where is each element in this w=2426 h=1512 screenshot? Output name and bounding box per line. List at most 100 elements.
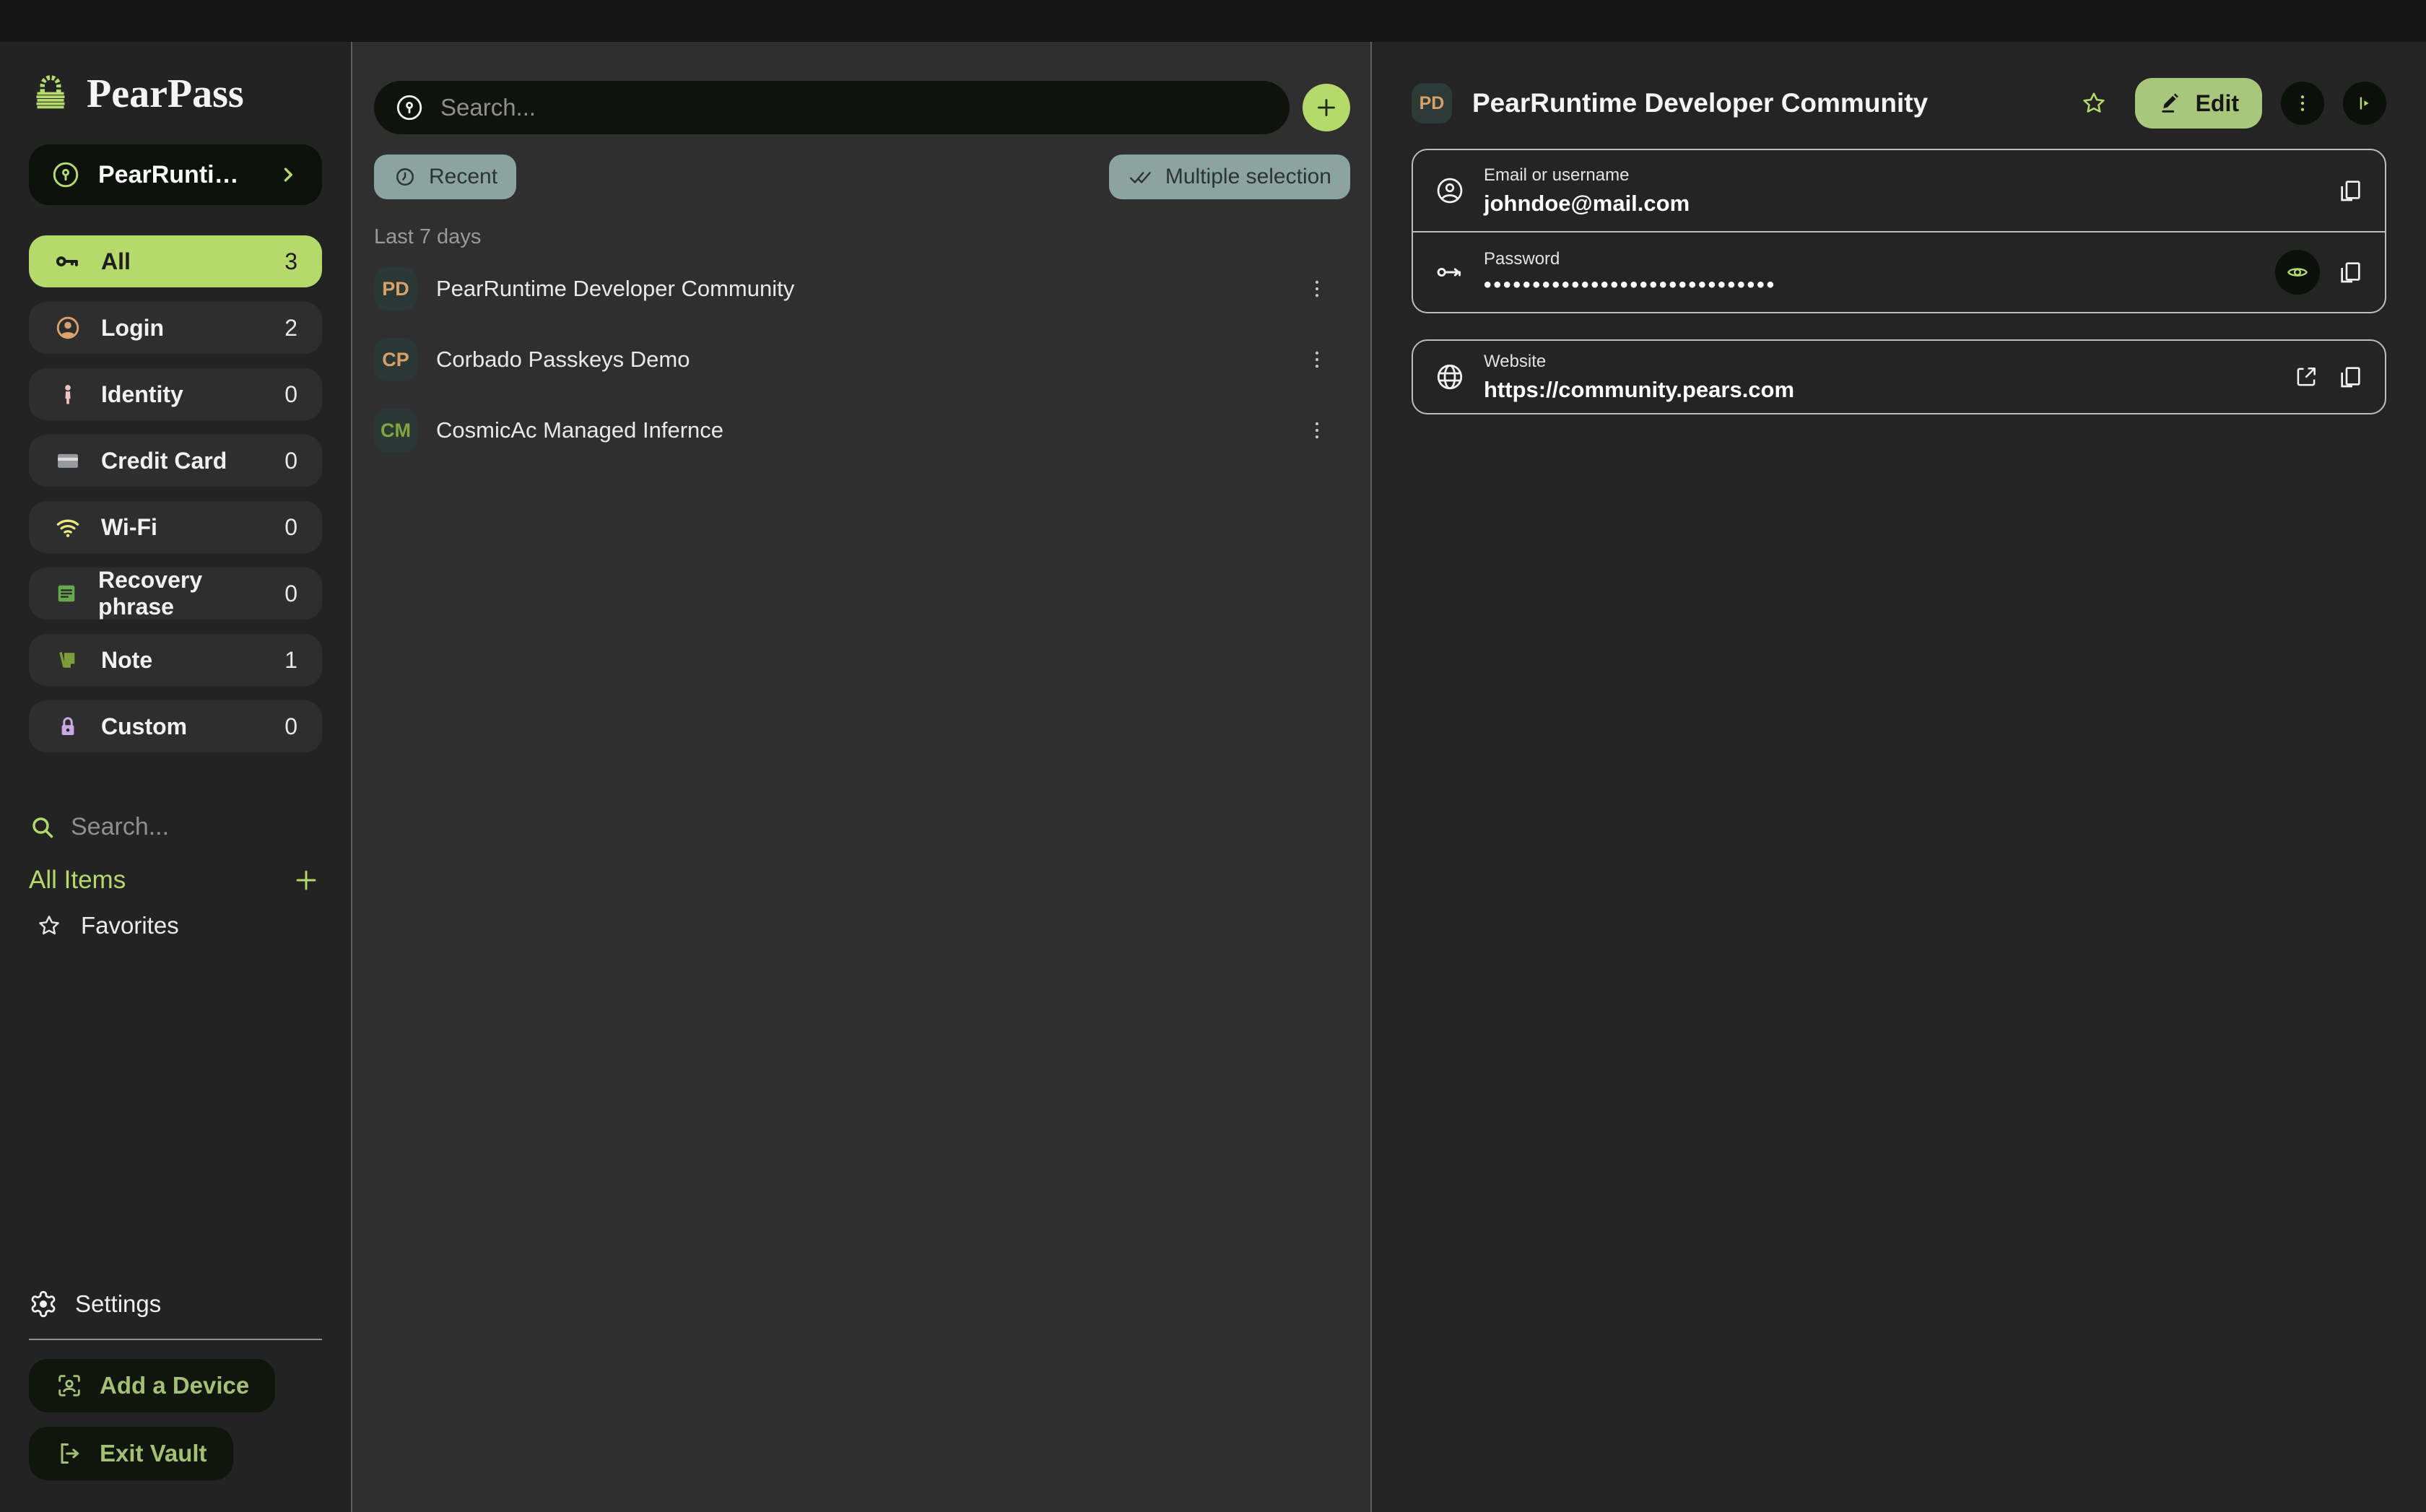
detail-menu-button[interactable]	[2281, 82, 2324, 125]
star-icon	[2080, 90, 2108, 117]
item-menu-button[interactable]	[1301, 267, 1333, 310]
entry-list: PD PearRuntime Developer Community CP Co…	[374, 253, 1350, 466]
collapse-panel-icon	[2353, 92, 2376, 115]
copy-email-button[interactable]	[2336, 176, 2365, 205]
detail-header: PD PearRuntime Developer Community Ed	[1412, 78, 2386, 129]
all-items-link[interactable]: All Items	[29, 866, 126, 895]
multiple-selection-chip[interactable]: Multiple selection	[1109, 155, 1350, 199]
list-item[interactable]: PD PearRuntime Developer Community	[374, 253, 1350, 324]
globe-icon	[1433, 361, 1466, 393]
person-scan-icon	[55, 1371, 84, 1400]
clock-icon	[393, 165, 417, 189]
sidebar-search-input[interactable]	[71, 813, 287, 841]
sidebar-item-credit-card[interactable]: Credit Card 0	[29, 435, 322, 487]
website-card: Website https://community.pears.com	[1412, 339, 2386, 414]
star-icon	[36, 913, 62, 939]
credentials-card: Email or username johndoe@mail.com	[1412, 149, 2386, 313]
settings-button[interactable]: Settings	[29, 1290, 322, 1318]
password-field-row: Password ••••••••••••••••••••••••••••••	[1413, 231, 2385, 312]
copy-icon	[2336, 362, 2365, 391]
add-folder-button[interactable]	[290, 864, 322, 896]
email-field-actions	[2336, 176, 2365, 205]
detail-panel: PD PearRuntime Developer Community Ed	[1372, 42, 2426, 1512]
sidebar-item-recovery-phrase[interactable]: Recovery phrase 0	[29, 568, 322, 620]
password-field: Password ••••••••••••••••••••••••••••••	[1484, 249, 1776, 296]
double-check-icon	[1128, 164, 1154, 190]
open-link-button[interactable]	[2292, 363, 2320, 391]
chevron-right-icon	[276, 162, 300, 187]
avatar: PD	[1412, 83, 1452, 123]
sidebar-item-login[interactable]: Login 2	[29, 302, 322, 354]
external-link-icon	[2292, 363, 2320, 391]
list-panel: Recent Multiple selection Last 7 days PD…	[352, 42, 1372, 1512]
lock-icon	[53, 712, 82, 741]
kebab-icon	[1305, 273, 1329, 305]
add-entry-button[interactable]	[1303, 84, 1350, 131]
sidebar-item-label: Credit Card	[101, 448, 227, 474]
sidebar-item-count: 1	[284, 647, 297, 674]
settings-label: Settings	[75, 1290, 161, 1318]
sidebar-item-label: Note	[101, 647, 152, 674]
sidebar-item-wifi[interactable]: Wi-Fi 0	[29, 501, 322, 553]
item-menu-button[interactable]	[1301, 409, 1333, 452]
lock-logo-icon	[29, 72, 72, 116]
key-icon	[53, 247, 82, 276]
sidebar-search	[29, 813, 322, 841]
list-search-bar	[374, 81, 1290, 134]
sidebar-item-count: 0	[284, 713, 297, 740]
sidebar-item-label: Custom	[101, 713, 187, 740]
sidebar-item-favorites[interactable]: Favorites	[29, 912, 322, 939]
search-icon	[29, 814, 56, 841]
sidebar-item-label: Login	[101, 315, 164, 342]
sidebar: PearPass PearRuntime Cre...	[0, 42, 352, 1512]
sidebar-item-note[interactable]: Note 1	[29, 634, 322, 686]
website-field-row: Website https://community.pears.com	[1413, 341, 2385, 413]
edit-button[interactable]: Edit	[2135, 78, 2262, 129]
password-field-actions	[2275, 250, 2365, 295]
list-item[interactable]: CP Corbado Passkeys Demo	[374, 324, 1350, 395]
sidebar-item-all[interactable]: All 3	[29, 235, 322, 287]
category-nav: All 3 Login 2	[29, 235, 322, 767]
person-circle-icon	[53, 313, 82, 342]
list-item-title: PearRuntime Developer Community	[436, 276, 794, 302]
email-field-value: johndoe@mail.com	[1484, 191, 1690, 217]
plus-icon	[1313, 95, 1339, 121]
recent-chip[interactable]: Recent	[374, 155, 516, 199]
app-logo: PearPass	[29, 71, 322, 117]
avatar: CM	[374, 409, 417, 452]
sidebar-item-identity[interactable]: Identity 0	[29, 368, 322, 420]
group-label: Last 7 days	[374, 225, 1350, 249]
collapse-panel-button[interactable]	[2343, 82, 2386, 125]
detail-actions: Edit	[2080, 78, 2386, 129]
email-field: Email or username johndoe@mail.com	[1484, 165, 1690, 217]
copy-password-button[interactable]	[2336, 258, 2365, 287]
add-device-button[interactable]: Add a Device	[29, 1359, 275, 1412]
list-search-input[interactable]	[440, 94, 1269, 121]
sidebar-item-count: 0	[284, 381, 297, 408]
vault-selector[interactable]: PearRuntime Cre...	[29, 144, 322, 205]
key-icon	[1433, 256, 1466, 288]
window-titlebar	[0, 0, 2426, 42]
exit-vault-button[interactable]: Exit Vault	[29, 1427, 233, 1480]
item-menu-button[interactable]	[1301, 338, 1333, 381]
sidebar-bottom: Settings Add a Device	[29, 1290, 322, 1512]
sidebar-item-count: 3	[284, 248, 297, 275]
edit-button-label: Edit	[2196, 90, 2239, 117]
recent-chip-label: Recent	[429, 165, 497, 189]
person-icon	[53, 380, 82, 409]
email-field-row: Email or username johndoe@mail.com	[1413, 150, 2385, 231]
pearpass-app: PearPass PearRuntime Cre...	[0, 0, 2426, 1512]
reveal-password-button[interactable]	[2275, 250, 2320, 295]
wifi-icon	[53, 513, 82, 542]
sidebar-item-custom[interactable]: Custom 0	[29, 700, 322, 752]
sidebar-item-count: 0	[284, 514, 297, 541]
divider	[29, 1339, 322, 1340]
copy-website-button[interactable]	[2336, 362, 2365, 391]
sidebar-item-label: Wi-Fi	[101, 514, 157, 541]
favorite-star-button[interactable]	[2080, 90, 2108, 117]
main-content: PearPass PearRuntime Cre...	[0, 42, 2426, 1512]
keyhole-circle-icon	[394, 92, 425, 123]
list-search-row	[374, 81, 1350, 134]
list-item[interactable]: CM CosmicAc Managed Infernce	[374, 395, 1350, 466]
website-field-label: Website	[1484, 352, 1794, 372]
